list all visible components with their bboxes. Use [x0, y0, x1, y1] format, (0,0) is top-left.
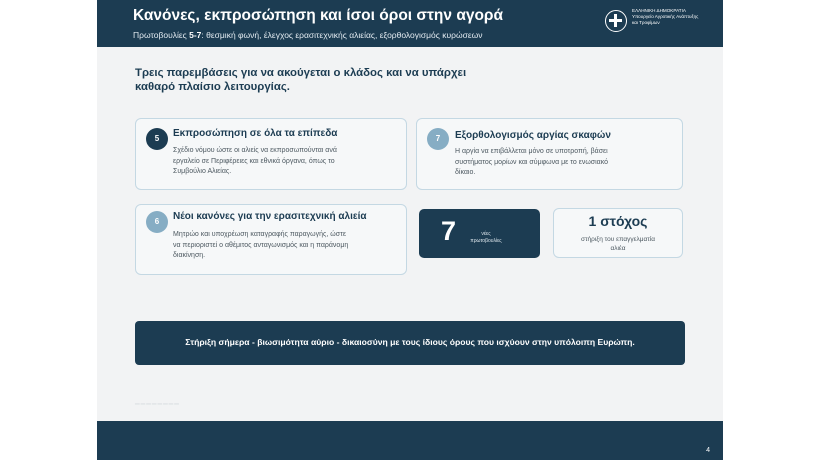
card-description: Η αργία να επιβάλλεται μόνο σε υποτροπή,…	[455, 147, 608, 179]
card-title: Εκπροσώπηση σε όλα τα επίπεδα	[173, 128, 338, 139]
stat-initiatives: 7 νέες πρωτοβουλίες	[419, 209, 540, 258]
ministry-logo-text: ΕΛΛΗΝΙΚΗ ΔΗΜΟΚΡΑΤΙΑ Υπουργείο Αγροτικής …	[632, 8, 698, 26]
stat-initiatives-number: 7	[441, 216, 457, 246]
card-description: Σχέδιο νόμου ώστε οι αλιείς να εκπροσωπο…	[173, 146, 337, 178]
card-description-line: διακίνηση.	[173, 252, 206, 259]
card-recreational-fishing: 6 Νέοι κανόνες για την ερασιτεχνική αλιε…	[135, 204, 407, 275]
card-description-line: να περιοριστεί ο αθέμιτος ανταγωνισμός κ…	[173, 241, 349, 249]
slide-title: Κανόνες, εκπροσώπηση και ίσοι όροι στην …	[133, 7, 504, 24]
card-description-line: εργαλείο σε Περιφέρειες και εθνικά όργαν…	[173, 157, 335, 165]
slide: Κανόνες, εκπροσώπηση και ίσοι όροι στην …	[97, 0, 723, 460]
ministry-logo: ΕΛΛΗΝΙΚΗ ΔΗΜΟΚΡΑΤΙΑ Υπουργείο Αγροτικής …	[605, 8, 717, 38]
card-number-badge: 6	[146, 211, 168, 233]
stat-goal-number: 1 στόχος	[588, 213, 648, 229]
subtitle-range: 5-7	[189, 30, 202, 40]
header-bar: Κανόνες, εκπροσώπηση και ίσοι όροι στην …	[97, 0, 723, 47]
subtitle-prefix: Πρωτοβουλίες	[133, 30, 187, 40]
card-number-badge: 7	[427, 128, 449, 150]
stat-initiatives-label: νέες πρωτοβουλίες	[469, 231, 503, 245]
page-number: 4	[706, 447, 710, 454]
intro-line-1: Τρεις παρεμβάσεις για να ακούγεται ο κλά…	[135, 67, 467, 79]
card-description-line: Μητρώο και υποχρέωση καταγραφής παραγωγή…	[173, 231, 346, 238]
card-description-line: Σχέδιο νόμου ώστε οι αλιείς να εκπροσωπο…	[173, 147, 337, 154]
stat-label-line: στήριξη του επαγγελματία	[580, 236, 656, 243]
slide-subtitle: Πρωτοβουλίες 5-7: θεσμική φωνή, έλεγχος …	[133, 30, 483, 40]
ministry-seal-icon	[605, 10, 627, 32]
stat-label-line: αλιέα	[610, 245, 626, 252]
intro-heading: Τρεις παρεμβάσεις για να ακούγεται ο κλά…	[135, 67, 615, 94]
card-description: Μητρώο και υποχρέωση καταγραφής παραγωγή…	[173, 230, 348, 262]
stat-goal-label: στήριξη του επαγγελματία αλιέα	[554, 235, 682, 253]
card-description-line: Συμβούλιο Αλιείας.	[173, 168, 232, 175]
faint-watermark: ▔▔▔▔▔▔▔▔	[135, 405, 180, 411]
card-description-line: συστήματος μορίων και σύμφωνα με το ενωσ…	[455, 158, 609, 166]
card-number-badge: 5	[146, 128, 168, 150]
card-vessel-suspension: 7 Εξορθολογισμός αργίας σκαφών Η αργία ν…	[416, 118, 683, 190]
card-description-line: δίκαιο.	[455, 169, 476, 176]
card-title: Νέοι κανόνες για την ερασιτεχνική αλιεία	[173, 211, 367, 222]
motto-banner: Στήριξη σήμερα - βιωσιμότητα αύριο - δικ…	[135, 321, 685, 365]
intro-line-2: καθαρό πλαίσιο λειτουργίας.	[135, 80, 290, 93]
stat-goal: 1 στόχος στήριξη του επαγγελματία αλιέα	[553, 208, 683, 258]
footer-bar: 4	[97, 421, 723, 460]
motto-text: Στήριξη σήμερα - βιωσιμότητα αύριο - δικ…	[185, 337, 635, 347]
logo-line: και Τροφίμων	[632, 20, 660, 25]
stat-label-line: πρωτοβουλίες	[470, 238, 502, 244]
card-title: Εξορθολογισμός αργίας σκαφών	[455, 130, 611, 141]
stat-label-line: νέες	[481, 231, 491, 237]
card-representation: 5 Εκπροσώπηση σε όλα τα επίπεδα Σχέδιο ν…	[135, 118, 407, 190]
subtitle-text: : θεσμική φωνή, έλεγχος ερασιτεχνικής αλ…	[201, 30, 483, 40]
card-description-line: Η αργία να επιβάλλεται μόνο σε υποτροπή,…	[455, 148, 608, 155]
